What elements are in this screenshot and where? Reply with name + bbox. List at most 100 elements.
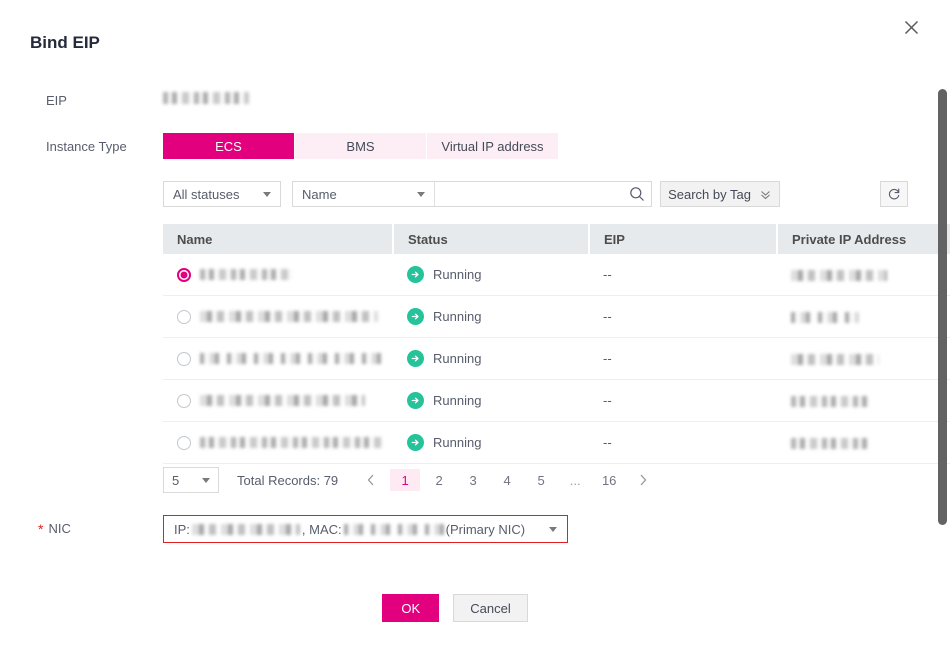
cell-status: Running xyxy=(393,254,589,296)
status-cell: Running xyxy=(407,434,589,451)
table-row[interactable]: Running -- xyxy=(163,421,950,464)
ok-button[interactable]: OK xyxy=(382,594,440,622)
search-input[interactable] xyxy=(435,182,624,206)
status-running-icon xyxy=(407,434,424,451)
instance-name-redacted xyxy=(200,311,378,322)
name-cell xyxy=(177,267,393,282)
pagination-ellipsis: ... xyxy=(569,472,581,488)
scrollbar-thumb[interactable] xyxy=(938,89,947,525)
cell-eip: -- xyxy=(589,379,777,422)
nic-ip-redacted xyxy=(191,523,300,535)
page-size-value: 5 xyxy=(172,472,180,488)
row-radio[interactable] xyxy=(177,435,191,450)
status-badge: Running xyxy=(433,351,482,366)
pagination-page-5[interactable]: 5 xyxy=(526,469,556,491)
double-chevron-down-icon xyxy=(761,190,770,199)
nic-value-mac-prefix: , MAC: xyxy=(301,521,342,537)
name-cell xyxy=(177,309,393,324)
nic-label: * NIC xyxy=(38,521,71,536)
cell-status: Running xyxy=(393,379,589,422)
table-row[interactable]: Running -- xyxy=(163,254,950,296)
cell-private-ip xyxy=(777,254,950,296)
cell-status: Running xyxy=(393,421,589,464)
cell-eip: -- xyxy=(589,421,777,464)
pagination-prev-button[interactable] xyxy=(356,469,386,491)
column-header-status: Status xyxy=(393,224,590,254)
chevron-down-icon xyxy=(549,526,557,532)
table-row[interactable]: Running -- xyxy=(163,379,950,422)
status-cell: Running xyxy=(407,266,589,283)
chevron-down-icon xyxy=(417,191,426,197)
close-button[interactable] xyxy=(898,14,924,40)
status-running-icon xyxy=(407,308,424,325)
cell-status: Running xyxy=(393,295,589,338)
pagination-next-button[interactable] xyxy=(628,469,658,491)
tab-bms[interactable]: BMS xyxy=(295,133,427,159)
table-row[interactable]: Running -- xyxy=(163,295,950,338)
pagination-page-16[interactable]: 16 xyxy=(594,469,624,491)
pagination-page-1[interactable]: 1 xyxy=(390,469,421,491)
search-combo: Name xyxy=(292,181,652,207)
pagination-page-2[interactable]: 2 xyxy=(424,469,454,491)
cell-name xyxy=(163,254,393,296)
cell-name xyxy=(163,379,393,422)
search-icon xyxy=(630,187,645,201)
pagination: 5 Total Records: 79 1 2 3 4 5... 16 xyxy=(163,467,658,493)
name-cell xyxy=(177,351,393,366)
row-radio[interactable] xyxy=(177,351,191,366)
eip-value-redacted xyxy=(163,92,249,104)
refresh-button[interactable] xyxy=(880,181,908,207)
chevron-left-icon xyxy=(367,474,374,486)
status-badge: Running xyxy=(433,393,482,408)
column-header-name: Name xyxy=(163,224,394,254)
nic-label-text: NIC xyxy=(48,521,71,536)
required-star-icon: * xyxy=(38,520,44,537)
instance-name-redacted xyxy=(200,437,383,448)
cell-name xyxy=(163,337,393,380)
search-by-tag-button[interactable]: Search by Tag xyxy=(660,181,780,207)
page-size-select[interactable]: 5 xyxy=(163,467,219,493)
instance-table: Name Status EIP Private IP Address Runni… xyxy=(163,224,950,464)
nic-value-suffix: (Primary NIC) xyxy=(445,521,526,537)
name-cell xyxy=(177,393,393,408)
total-records-label: Total Records: 79 xyxy=(237,472,339,488)
search-button[interactable] xyxy=(623,182,651,206)
cell-status: Running xyxy=(393,337,589,380)
filter-bar: All statuses Name Search by Tag xyxy=(163,181,908,207)
instance-type-label: Instance Type xyxy=(46,139,127,154)
status-badge: Running xyxy=(433,309,482,324)
row-radio[interactable] xyxy=(177,393,191,408)
cancel-button[interactable]: Cancel xyxy=(453,594,528,622)
status-badge: Running xyxy=(433,267,482,282)
row-radio[interactable] xyxy=(177,267,191,282)
tab-virtual-ip-address[interactable]: Virtual IP address xyxy=(427,133,558,159)
chevron-down-icon xyxy=(202,477,210,483)
refresh-icon xyxy=(888,188,900,200)
status-filter-value: All statuses xyxy=(173,186,240,202)
pagination-page-3[interactable]: 3 xyxy=(458,469,488,491)
status-running-icon xyxy=(407,350,424,367)
private-ip-redacted xyxy=(791,312,859,324)
page-title: Bind EIP xyxy=(30,33,100,52)
pagination-page-4[interactable]: 4 xyxy=(492,469,522,491)
search-by-tag-label: Search by Tag xyxy=(668,186,751,202)
row-radio[interactable] xyxy=(177,309,191,324)
column-header-private-ip: Private IP Address xyxy=(777,224,950,254)
status-running-icon xyxy=(407,392,424,409)
cell-private-ip xyxy=(777,337,950,380)
tab-ecs[interactable]: ECS xyxy=(163,133,295,159)
status-filter-select[interactable]: All statuses xyxy=(163,181,281,207)
search-field-select[interactable]: Name xyxy=(293,182,436,206)
name-cell xyxy=(177,435,393,450)
nic-value-ip-prefix: IP: xyxy=(174,521,190,537)
nic-select[interactable]: IP: , MAC: (Primary NIC) xyxy=(163,515,568,543)
cell-name xyxy=(163,421,393,464)
close-icon xyxy=(904,20,918,34)
cell-private-ip xyxy=(777,379,950,422)
status-running-icon xyxy=(407,266,424,283)
table-row[interactable]: Running -- xyxy=(163,337,950,380)
cell-eip: -- xyxy=(589,254,777,296)
chevron-right-icon xyxy=(640,474,647,486)
private-ip-redacted xyxy=(791,354,879,366)
private-ip-redacted xyxy=(791,270,887,282)
